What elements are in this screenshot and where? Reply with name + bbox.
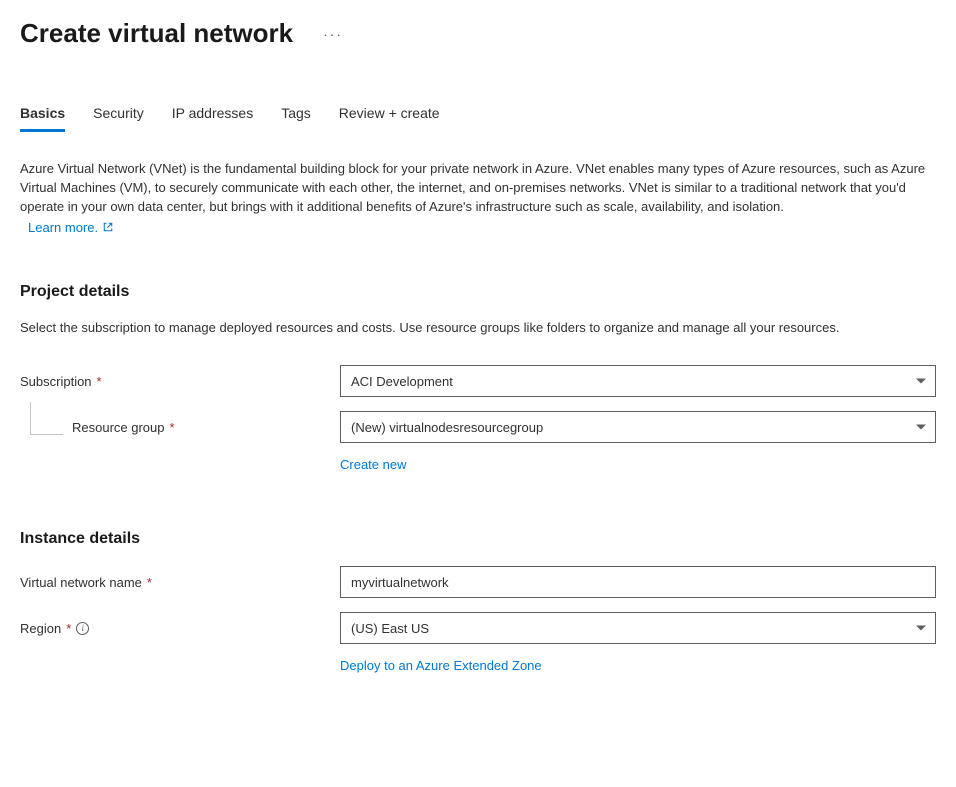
vnet-name-input[interactable]	[340, 566, 936, 598]
required-indicator: *	[66, 621, 71, 636]
info-icon[interactable]: i	[76, 622, 89, 635]
subscription-select[interactable]: ACI Development	[340, 365, 936, 397]
project-details-heading: Project details	[20, 283, 936, 301]
required-indicator: *	[170, 420, 175, 435]
required-indicator: *	[97, 374, 102, 389]
subscription-label-text: Subscription	[20, 374, 92, 389]
project-details-desc: Select the subscription to manage deploy…	[20, 319, 936, 338]
subscription-label: Subscription *	[20, 374, 340, 389]
resource-group-label: Resource group *	[20, 420, 340, 435]
page-title: Create virtual network	[20, 18, 293, 49]
intro-text: Azure Virtual Network (VNet) is the fund…	[20, 160, 936, 217]
tab-basics[interactable]: Basics	[20, 105, 65, 132]
region-label-text: Region	[20, 621, 61, 636]
tab-ip-addresses[interactable]: IP addresses	[172, 105, 253, 132]
region-select[interactable]: (US) East US	[340, 612, 936, 644]
tab-security[interactable]: Security	[93, 105, 144, 132]
instance-details-heading: Instance details	[20, 530, 936, 548]
tabs: Basics Security IP addresses Tags Review…	[20, 105, 936, 132]
vnet-name-label: Virtual network name *	[20, 575, 340, 590]
resource-group-select[interactable]: (New) virtualnodesresourcegroup	[340, 411, 936, 443]
learn-more-link[interactable]: Learn more.	[28, 220, 114, 235]
learn-more-label: Learn more.	[28, 220, 98, 235]
tab-review-create[interactable]: Review + create	[339, 105, 440, 132]
create-new-link[interactable]: Create new	[340, 457, 406, 472]
deploy-extended-zone-link[interactable]: Deploy to an Azure Extended Zone	[340, 658, 542, 673]
tab-tags[interactable]: Tags	[281, 105, 311, 132]
required-indicator: *	[147, 575, 152, 590]
more-icon[interactable]: ···	[323, 26, 343, 42]
resource-group-label-text: Resource group	[72, 420, 165, 435]
vnet-name-label-text: Virtual network name	[20, 575, 142, 590]
external-link-icon	[102, 221, 114, 233]
region-label: Region * i	[20, 621, 340, 636]
